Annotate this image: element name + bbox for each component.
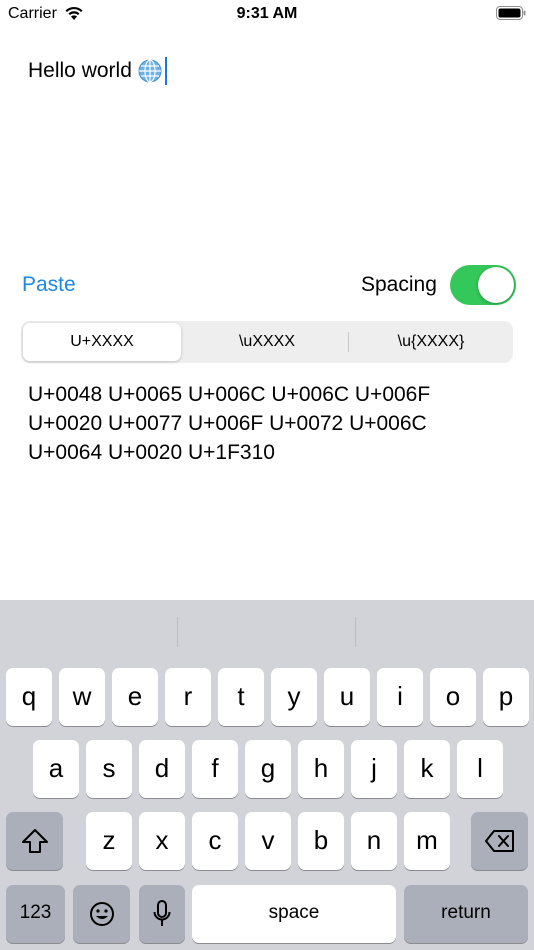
- spacing-label: Spacing: [361, 273, 437, 296]
- output-line: U+0048 U+0065 U+006C U+006C U+006F: [28, 383, 431, 406]
- segment-backslash-u[interactable]: \uXXXX: [187, 321, 347, 363]
- codepoint-output: U+0048 U+0065 U+006C U+006C U+006F U+002…: [28, 380, 508, 467]
- battery-icon: [496, 6, 526, 20]
- key-a[interactable]: a: [33, 740, 79, 798]
- microphone-icon: [153, 900, 171, 926]
- key-r[interactable]: r: [165, 668, 211, 726]
- emoji-key[interactable]: [73, 885, 130, 943]
- status-bar: Carrier 9:31 AM: [0, 0, 534, 30]
- key-z[interactable]: z: [86, 812, 132, 870]
- key-j[interactable]: j: [351, 740, 397, 798]
- key-f[interactable]: f: [192, 740, 238, 798]
- emoji-icon: [89, 902, 114, 926]
- suggestion-divider: [355, 617, 356, 647]
- output-line: U+0064 U+0020 U+1F310: [28, 441, 275, 464]
- key-q[interactable]: q: [6, 668, 52, 726]
- key-d[interactable]: d: [139, 740, 185, 798]
- key-i[interactable]: i: [377, 668, 423, 726]
- key-l[interactable]: l: [457, 740, 503, 798]
- paste-button[interactable]: Paste: [22, 273, 76, 297]
- key-k[interactable]: k: [404, 740, 450, 798]
- key-g[interactable]: g: [245, 740, 291, 798]
- key-o[interactable]: o: [430, 668, 476, 726]
- key-t[interactable]: t: [218, 668, 264, 726]
- toggle-knob: [478, 267, 514, 303]
- delete-key[interactable]: [471, 812, 528, 870]
- key-m[interactable]: m: [404, 812, 450, 870]
- key-c[interactable]: c: [192, 812, 238, 870]
- segment-u-plus[interactable]: U+XXXX: [23, 323, 181, 361]
- segment-backslash-u-braces[interactable]: \u{XXXX}: [351, 321, 511, 363]
- key-x[interactable]: x: [139, 812, 185, 870]
- clock: 9:31 AM: [236, 5, 298, 22]
- key-w[interactable]: w: [59, 668, 105, 726]
- suggestion-divider: [177, 617, 178, 647]
- backspace-icon: [484, 830, 514, 852]
- space-key[interactable]: space: [192, 885, 396, 943]
- key-u[interactable]: u: [324, 668, 370, 726]
- key-e[interactable]: e: [112, 668, 158, 726]
- return-key[interactable]: return: [404, 885, 528, 943]
- segment-divider: [348, 332, 349, 352]
- spacing-toggle[interactable]: [450, 265, 516, 305]
- dictation-key[interactable]: [139, 885, 185, 943]
- numbers-key[interactable]: 123: [6, 885, 65, 943]
- key-h[interactable]: h: [298, 740, 344, 798]
- key-n[interactable]: n: [351, 812, 397, 870]
- keyboard: q w e r t y u i o p a s d f g h j k l z …: [0, 600, 534, 950]
- key-s[interactable]: s: [86, 740, 132, 798]
- key-b[interactable]: b: [298, 812, 344, 870]
- key-v[interactable]: v: [245, 812, 291, 870]
- input-text: Hello world: [28, 59, 132, 82]
- key-p[interactable]: p: [483, 668, 529, 726]
- key-y[interactable]: y: [271, 668, 317, 726]
- text-caret: [164, 57, 167, 85]
- format-segmented-control: U+XXXX \uXXXX \u{XXXX}: [21, 321, 513, 363]
- shift-key[interactable]: [6, 812, 63, 870]
- globe-icon: [138, 59, 162, 83]
- output-line: U+0020 U+0077 U+006F U+0072 U+006C: [28, 412, 427, 435]
- shift-icon: [21, 829, 48, 853]
- text-input[interactable]: Hello world: [28, 57, 167, 85]
